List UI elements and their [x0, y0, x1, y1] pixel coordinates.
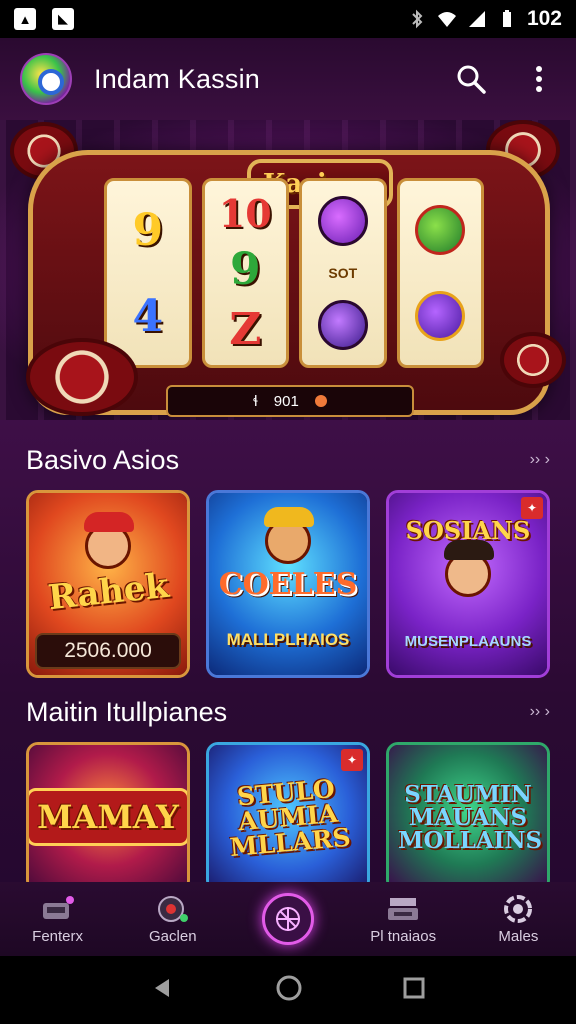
game-row: Rahek 2506.000 COELES MALLPLHAIOS ✦ SOSI…: [26, 490, 550, 678]
game-title: SOSIANS: [405, 515, 531, 545]
slot-machine-icon: [41, 894, 75, 924]
section-more-button[interactable]: ›› ›: [530, 703, 550, 721]
roulette-icon: [156, 894, 190, 924]
nav-item-gaclen[interactable]: Gaclen: [118, 894, 228, 945]
section-more-button[interactable]: ›› ›: [530, 451, 550, 469]
game-title: MAMAY: [29, 788, 187, 846]
nav-label: Gaclen: [149, 927, 197, 945]
purple-symbol-icon: [317, 299, 368, 350]
game-title: STAUMIN MAUANS MOLLAINS: [398, 780, 543, 854]
battery-icon: [502, 10, 511, 27]
status-bar: ▲ ◣ 102: [0, 0, 576, 38]
bottom-nav: Fenterx Gaclen Pl tnaiaos Males: [0, 882, 576, 956]
nav-label: Males: [498, 927, 539, 945]
nav-item-tnaiaos[interactable]: Pl tnaiaos: [348, 894, 458, 945]
section-header: Basivo Asios ›› ›: [26, 440, 550, 480]
app-bar: Indam Kassin: [0, 38, 576, 120]
game-card[interactable]: Rahek 2506.000: [26, 490, 190, 678]
cash-register-icon: [386, 894, 420, 924]
game-card[interactable]: ✦ SOSIANS MUSENPLAAUNS: [386, 490, 550, 678]
app-notification-icon: ▲: [14, 8, 36, 30]
reel-1: 9 4: [104, 178, 192, 368]
app-title: Indam Kassin: [94, 63, 260, 94]
spin-bar-text: 901: [273, 392, 299, 410]
nav-label: Pl tnaiaos: [370, 927, 437, 945]
bluetooth-icon: [412, 9, 423, 29]
reel-symbol: 10: [218, 191, 272, 237]
main-content: Basivo Asios ›› › Rahek 2506.000 COELES …: [0, 420, 576, 892]
game-subtitle: MUSENPLAAUNS: [404, 632, 532, 650]
character-icon: [444, 539, 494, 597]
purple-symbol-icon: [317, 196, 368, 247]
reel-symbol: 4: [132, 290, 164, 342]
game-card[interactable]: ✦ STULO AUMIA MLLARS: [206, 742, 370, 892]
hero-banner[interactable]: Kasinsa 9 4 10 9 Z SOT ɬ 901: [0, 120, 576, 420]
hot-badge-icon: ✦: [521, 497, 543, 519]
spin-indicator-icon: [314, 395, 327, 407]
game-title: COELES: [218, 567, 358, 602]
game-subtitle: MALLPLHAIOS: [226, 630, 350, 649]
slot-reels: 9 4 10 9 Z SOT: [104, 178, 484, 368]
reel-symbol: SOT: [328, 264, 358, 281]
game-jackpot: 2506.000: [35, 633, 181, 669]
character-icon: [84, 512, 134, 569]
reel-symbol: 9: [132, 204, 164, 256]
jester-symbol-icon: [415, 291, 466, 341]
signal-icon: [468, 11, 485, 27]
app-logo[interactable]: [20, 53, 72, 105]
settings-icon: [501, 894, 535, 924]
reel-2: 10 9 Z: [201, 178, 289, 368]
nav-item-fenterx[interactable]: Fenterx: [3, 894, 113, 945]
poker-chip-icon: [26, 338, 138, 416]
reel-4: [396, 178, 484, 368]
nav-label: Fenterx: [32, 927, 84, 945]
nav-item-center[interactable]: [233, 893, 343, 945]
spin-bar-left: ɬ: [253, 392, 258, 410]
wifi-icon: [437, 12, 456, 27]
character-icon: [264, 507, 314, 564]
game-title: STULO AUMIA MLLARS: [228, 773, 352, 862]
hot-badge-icon: ✦: [341, 749, 363, 771]
section-header: Maitin Itullpianes ›› ›: [26, 692, 550, 732]
poker-chip-icon: [500, 332, 566, 388]
game-title: Rahek: [45, 565, 171, 619]
target-icon: [261, 893, 314, 945]
search-icon[interactable]: [454, 62, 488, 96]
status-time: 102: [526, 7, 562, 30]
game-card[interactable]: COELES MALLPLHAIOS: [206, 490, 370, 678]
nav-item-males[interactable]: Males: [463, 894, 573, 945]
more-vert-icon[interactable]: [522, 62, 556, 96]
back-icon[interactable]: [151, 976, 175, 1005]
spin-bar[interactable]: ɬ 901: [166, 385, 414, 417]
reel-3: SOT: [299, 178, 387, 368]
reel-symbol: 9: [229, 244, 261, 296]
photo-notification-icon: ◣: [52, 8, 74, 30]
reel-symbol: Z: [229, 303, 262, 355]
section-title: Maitin Itullpianes: [26, 696, 228, 727]
green-symbol-icon: [415, 205, 466, 255]
section-title: Basivo Asios: [26, 444, 180, 475]
game-card[interactable]: MAMAY: [26, 742, 190, 892]
recents-icon[interactable]: [403, 977, 425, 1004]
game-card[interactable]: STAUMIN MAUANS MOLLAINS: [386, 742, 550, 892]
home-icon[interactable]: [276, 975, 302, 1006]
game-row: MAMAY ✦ STULO AUMIA MLLARS STAUMIN MAUAN…: [26, 742, 550, 892]
system-nav-bar: [0, 956, 576, 1024]
